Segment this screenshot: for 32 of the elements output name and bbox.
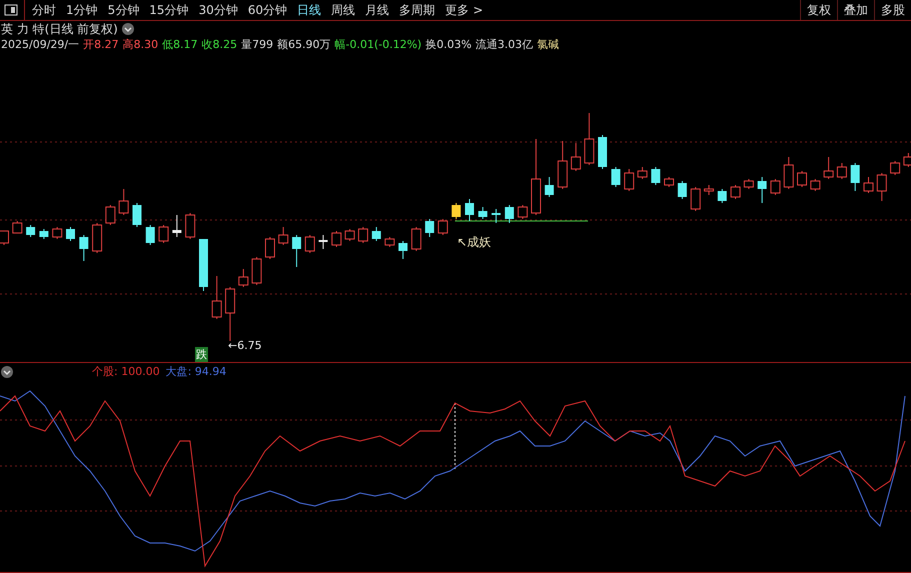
collapse-icon[interactable]	[1, 366, 13, 378]
period-tab[interactable]: 分时	[27, 2, 61, 18]
period-tab[interactable]: 5分钟	[102, 2, 144, 18]
quote-field: 低8.17	[162, 36, 198, 52]
period-tab[interactable]: 日线	[292, 2, 326, 18]
annotation-label: ↖成妖	[457, 234, 492, 251]
low-price-label: ←6.75	[228, 339, 262, 352]
period-tab[interactable]: 周线	[326, 2, 360, 18]
quote-field: 换0.03%	[426, 36, 472, 52]
period-tab[interactable]: 1分钟	[61, 2, 103, 18]
quote-field: 收8.25	[202, 36, 238, 52]
signal-badge: 跌	[195, 347, 208, 362]
legend-label: 个股: 100.00	[92, 364, 160, 379]
period-tab[interactable]: 月线	[360, 2, 394, 18]
legend-label: 大盘: 94.94	[166, 364, 226, 379]
quote-field: 额65.90万	[277, 36, 331, 52]
quote-field: 幅-0.01(-0.12%)	[334, 36, 422, 52]
quote-field: 流通3.03亿	[476, 36, 534, 52]
quote-field: 量799	[241, 36, 274, 52]
dropdown-icon[interactable]	[122, 23, 134, 35]
marker-line	[454, 402, 456, 472]
period-tab[interactable]: 15分钟	[144, 2, 194, 18]
quote-field: 2025/09/29/一	[1, 36, 80, 52]
period-tab[interactable]: 30分钟	[194, 2, 243, 18]
more-menu[interactable]: 更多 >	[440, 2, 488, 18]
quote-field: 氯碱	[537, 36, 560, 52]
stock-title: 英 力 特(日线 前复权)	[1, 20, 118, 38]
quote-field: 高8.30	[122, 36, 158, 52]
panel-toggle-icon[interactable]	[4, 4, 18, 16]
quote-field: 开8.27	[83, 36, 119, 52]
period-tab[interactable]: 多周期	[394, 2, 440, 18]
period-tab[interactable]: 60分钟	[242, 2, 292, 18]
